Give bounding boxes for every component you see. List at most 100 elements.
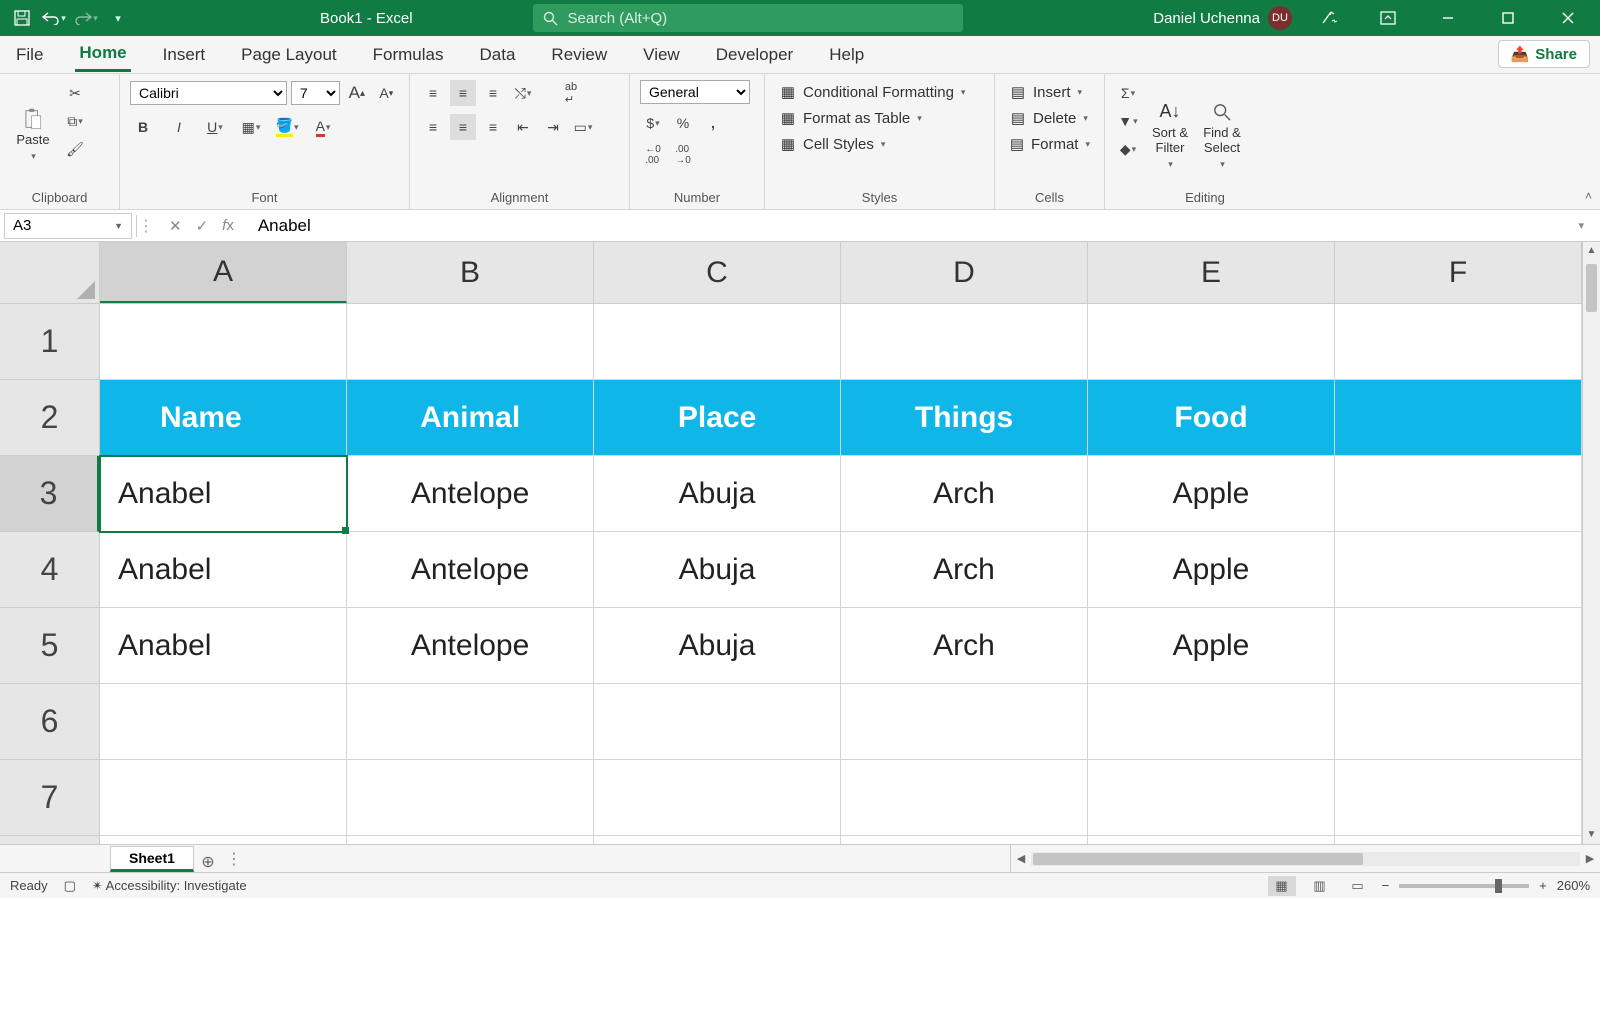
- cell-A2[interactable]: Name: [100, 380, 347, 456]
- tab-data[interactable]: Data: [476, 39, 520, 71]
- tab-splitter[interactable]: ⋮: [222, 845, 246, 872]
- format-painter-button[interactable]: 🖌: [62, 136, 88, 162]
- wrap-text-button[interactable]: ab↵: [558, 80, 584, 106]
- align-top-button[interactable]: ≡: [420, 80, 446, 106]
- cell-D4[interactable]: Arch: [841, 532, 1088, 608]
- cell-D8[interactable]: [841, 836, 1088, 844]
- find-select-button[interactable]: Find & Select▾: [1199, 80, 1245, 188]
- cell-F2[interactable]: [1335, 380, 1582, 456]
- orientation-button[interactable]: ⤭▾: [510, 80, 536, 106]
- fill-button[interactable]: ▼▾: [1115, 108, 1141, 134]
- merge-center-button[interactable]: ▭▾: [570, 114, 596, 140]
- zoom-in-button[interactable]: +: [1539, 878, 1547, 893]
- normal-view-button[interactable]: ▦: [1268, 876, 1296, 896]
- tab-developer[interactable]: Developer: [712, 39, 798, 71]
- cell-C1[interactable]: [594, 304, 841, 380]
- cell-A3[interactable]: Anabel: [100, 456, 347, 532]
- cell-F1[interactable]: [1335, 304, 1582, 380]
- hscroll-thumb[interactable]: [1033, 853, 1363, 865]
- row-header-4[interactable]: 4: [0, 532, 99, 608]
- number-format-combo[interactable]: General: [640, 80, 750, 104]
- tab-formulas[interactable]: Formulas: [369, 39, 448, 71]
- cell-D5[interactable]: Arch: [841, 608, 1088, 684]
- cell-E1[interactable]: [1088, 304, 1335, 380]
- decrease-decimal-button[interactable]: .00→0: [670, 142, 696, 168]
- shrink-font-button[interactable]: A▾: [374, 80, 399, 106]
- zoom-slider[interactable]: [1399, 884, 1529, 888]
- align-bottom-button[interactable]: ≡: [480, 80, 506, 106]
- cell-F7[interactable]: [1335, 760, 1582, 836]
- expand-formula-bar[interactable]: ▾: [1578, 219, 1584, 232]
- cell-F3[interactable]: [1335, 456, 1582, 532]
- cell-A8[interactable]: [100, 836, 347, 844]
- row-header-8[interactable]: 8: [0, 836, 99, 844]
- cell-C8[interactable]: [594, 836, 841, 844]
- share-button[interactable]: 📤Share: [1498, 40, 1590, 68]
- increase-indent-button[interactable]: ⇥: [540, 114, 566, 140]
- save-icon[interactable]: [8, 4, 36, 32]
- page-layout-view-button[interactable]: ▥: [1306, 876, 1334, 896]
- macro-record-icon[interactable]: ▢: [64, 878, 76, 894]
- conditional-formatting-button[interactable]: ▦Conditional Formatting▾: [775, 80, 984, 104]
- column-header-E[interactable]: E: [1088, 242, 1335, 303]
- cell-D6[interactable]: [841, 684, 1088, 760]
- cell-B6[interactable]: [347, 684, 594, 760]
- coming-soon-icon[interactable]: [1304, 0, 1352, 36]
- cell-C3[interactable]: Abuja: [594, 456, 841, 532]
- scroll-right-button[interactable]: ▶: [1580, 852, 1600, 865]
- qat-more[interactable]: ▾: [104, 4, 132, 32]
- cell-styles-button[interactable]: ▦Cell Styles▾: [775, 132, 984, 156]
- cut-button[interactable]: ✂: [62, 80, 88, 106]
- tab-insert[interactable]: Insert: [159, 39, 210, 71]
- row-header-7[interactable]: 7: [0, 760, 99, 836]
- cancel-formula-button[interactable]: ✕: [169, 217, 182, 235]
- cell-C6[interactable]: [594, 684, 841, 760]
- column-header-C[interactable]: C: [594, 242, 841, 303]
- cell-A4[interactable]: Anabel: [100, 532, 347, 608]
- tab-review[interactable]: Review: [547, 39, 611, 71]
- cell-E2[interactable]: Food: [1088, 380, 1335, 456]
- comma-button[interactable]: ,: [700, 110, 726, 136]
- currency-button[interactable]: $▾: [640, 110, 666, 136]
- accessibility-status[interactable]: ✴ Accessibility: Investigate: [92, 878, 247, 894]
- underline-button[interactable]: U▾: [202, 114, 228, 140]
- cell-C7[interactable]: [594, 760, 841, 836]
- autosum-button[interactable]: Σ▾: [1115, 80, 1141, 106]
- cell-A6[interactable]: [100, 684, 347, 760]
- align-left-button[interactable]: ≡: [420, 114, 446, 140]
- column-header-D[interactable]: D: [841, 242, 1088, 303]
- align-center-button[interactable]: ≡: [450, 114, 476, 140]
- cell-D7[interactable]: [841, 760, 1088, 836]
- row-header-5[interactable]: 5: [0, 608, 99, 684]
- row-header-3[interactable]: 3: [0, 456, 99, 532]
- cell-D1[interactable]: [841, 304, 1088, 380]
- decrease-indent-button[interactable]: ⇤: [510, 114, 536, 140]
- name-box[interactable]: A3▼: [4, 213, 132, 239]
- delete-cells-button[interactable]: ▤Delete▾: [1005, 106, 1094, 130]
- cell-C2[interactable]: Place: [594, 380, 841, 456]
- tab-help[interactable]: Help: [825, 39, 868, 71]
- cell-E4[interactable]: Apple: [1088, 532, 1335, 608]
- ribbon-mode-icon[interactable]: [1364, 0, 1412, 36]
- copy-button[interactable]: ⧉▾: [62, 108, 88, 134]
- redo-button[interactable]: ▾: [72, 4, 100, 32]
- font-size-combo[interactable]: 7: [291, 81, 340, 105]
- cell-E5[interactable]: Apple: [1088, 608, 1335, 684]
- scroll-down-button[interactable]: ▼: [1583, 826, 1600, 844]
- format-cells-button[interactable]: ▤Format▾: [1005, 132, 1094, 156]
- page-break-view-button[interactable]: ▭: [1344, 876, 1372, 896]
- percent-button[interactable]: %: [670, 110, 696, 136]
- search-box[interactable]: Search (Alt+Q): [533, 4, 963, 32]
- cell-A1[interactable]: [100, 304, 347, 380]
- close-button[interactable]: [1544, 0, 1592, 36]
- bold-button[interactable]: B: [130, 114, 156, 140]
- tab-home[interactable]: Home: [75, 37, 130, 72]
- cell-B8[interactable]: [347, 836, 594, 844]
- sheet-tab-1[interactable]: Sheet1: [110, 846, 194, 872]
- cell-E3[interactable]: Apple: [1088, 456, 1335, 532]
- zoom-out-button[interactable]: −: [1382, 878, 1390, 893]
- tab-file[interactable]: File: [12, 39, 47, 71]
- fx-button[interactable]: fx: [222, 217, 234, 234]
- column-header-B[interactable]: B: [347, 242, 594, 303]
- undo-button[interactable]: ▾: [40, 4, 68, 32]
